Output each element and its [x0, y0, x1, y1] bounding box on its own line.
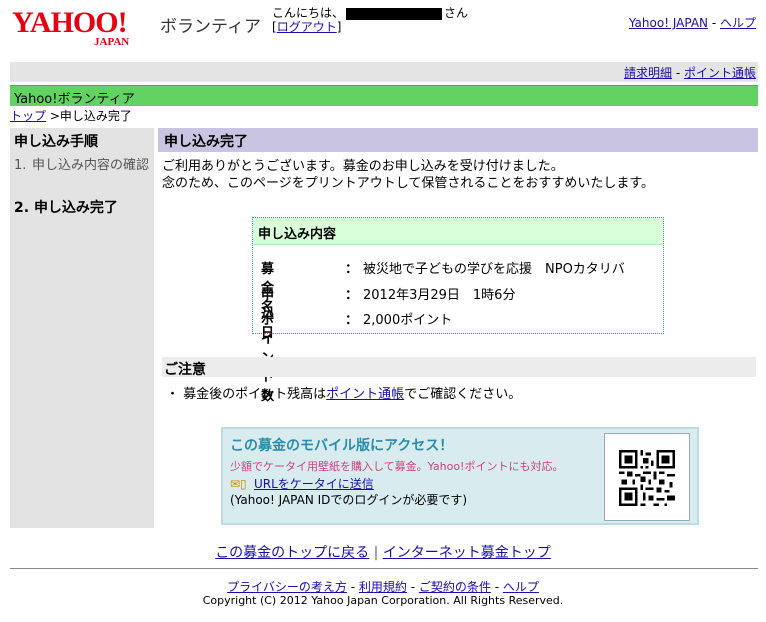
copyright: Copyright (C) 2012 Yahoo Japan Corporati…: [202, 594, 564, 607]
sidebar: [10, 128, 154, 528]
send-url-to-mobile-link[interactable]: URLをケータイに送信: [254, 477, 374, 491]
qr-code-icon: [619, 450, 675, 506]
brand-title: ボランティア: [160, 17, 261, 37]
sidebar-title-text: 申し込み手順: [14, 134, 98, 150]
thanks-line-1: ご利用ありがとうございます。募金のお申し込みを受け付けました。: [162, 159, 564, 174]
sidebar-step-complete: 2. 申し込み完了: [14, 197, 118, 217]
step-label: 申し込み内容の確認: [32, 158, 150, 173]
sidebar-title: 申し込み手順: [10, 128, 154, 150]
privacy-link[interactable]: プライバシーの考え方: [227, 580, 347, 594]
mobile-send-row: ✉▯ URLをケータイに送信: [230, 475, 374, 492]
notice-text: ・ 募金後のポイント残高はポイント通帳でご確認ください。: [166, 383, 521, 402]
detail-value: 2,000ポイント: [363, 313, 453, 328]
site-bar: Yahoo!ボランティア: [10, 85, 758, 107]
detail-colon: ：: [345, 288, 359, 303]
breadcrumb-current: 申し込み完了: [59, 109, 132, 123]
breadcrumb: トップ >申し込み完了: [10, 109, 132, 123]
detail-header: 申し込み内容: [253, 218, 663, 245]
notice-title-bar: ご注意: [162, 357, 756, 378]
detail-value: 2012年3月29日 1時6分: [363, 288, 516, 303]
application-detail-box: 申し込み内容 募金名 ： 被災地で子どもの学びを応援 NPOカタリバ 申込日 ：…: [252, 217, 664, 404]
bottom-nav: この募金のトップに戻る | インターネット募金トップ: [0, 542, 766, 562]
detail-colon: ：: [345, 262, 359, 277]
notice-text-before: 募金後のポイント残高は: [183, 387, 327, 402]
mail-phone-icon: ✉▯: [230, 477, 247, 491]
bullet: ・: [166, 387, 180, 402]
notice-title: ご注意: [164, 362, 206, 378]
internet-donation-top-link[interactable]: インターネット募金トップ: [383, 545, 551, 561]
qr-code-frame: [604, 433, 690, 521]
step-label: 申し込み完了: [33, 200, 118, 216]
greeting: こんにちは、 さん [ログアウト]: [272, 6, 469, 34]
billing-link[interactable]: 請求明細: [624, 66, 672, 80]
logout-link[interactable]: ログアウト: [277, 20, 337, 34]
yahoo-japan-link[interactable]: Yahoo! JAPAN: [629, 16, 708, 30]
page-title: 申し込み完了: [164, 134, 248, 150]
greeting-prefix: こんにちは、: [272, 6, 345, 20]
utility-links: 請求明細 - ポイント通帳: [624, 66, 756, 80]
separator: |: [373, 545, 379, 561]
thanks-line-2: 念のため、このページをプリントアウトして保管されることをおすすめいたします。: [162, 176, 655, 191]
detail-value: 被災地で子どもの学びを応援 NPOカタリバ: [363, 262, 625, 277]
logo-sub: JAPAN: [94, 36, 130, 48]
page-title-bar: 申し込み完了: [158, 128, 758, 152]
points-book-notice-link[interactable]: ポイント通帳: [326, 387, 404, 402]
mobile-title: この募金のモバイル版にアクセス！: [230, 438, 454, 454]
points-book-link[interactable]: ポイント通帳: [684, 66, 756, 80]
logo-text: YAHOO!: [12, 6, 128, 39]
thanks-message: ご利用ありがとうございます。募金のお申し込みを受け付けました。 念のため、このペ…: [162, 158, 654, 192]
header-links: Yahoo! JAPAN - ヘルプ: [628, 16, 756, 30]
yahoo-logo[interactable]: YAHOO! JAPAN: [12, 6, 152, 49]
back-to-fund-top-link[interactable]: この募金のトップに戻る: [215, 545, 369, 561]
breadcrumb-top-link[interactable]: トップ: [10, 109, 46, 123]
step-number: 1.: [14, 158, 27, 173]
notice-text-after: でご確認ください。: [404, 387, 522, 402]
terms-link[interactable]: 利用規約: [359, 580, 407, 594]
footer-help-link[interactable]: ヘルプ: [503, 580, 539, 594]
mobile-subtitle: 少額でケータイ用壁紙を購入して募金。Yahoo!ポイントにも対応。: [230, 460, 564, 473]
footer-divider: [10, 568, 758, 569]
contract-link[interactable]: ご契約の条件: [419, 580, 491, 594]
site-bar-title: Yahoo!ボランティア: [14, 92, 135, 107]
step-number: 2.: [14, 200, 30, 216]
footer-links: プライバシーの考え方 - 利用規約 - ご契約の条件 - ヘルプ: [227, 580, 539, 594]
mobile-login-note: (Yahoo! JAPAN IDでのログインが必要です): [230, 493, 468, 507]
redacted-username: [346, 7, 443, 20]
help-link[interactable]: ヘルプ: [720, 16, 756, 30]
detail-colon: ：: [345, 313, 359, 328]
greeting-suffix: さん: [444, 6, 469, 20]
detail-title: 申し込み内容: [258, 227, 337, 242]
